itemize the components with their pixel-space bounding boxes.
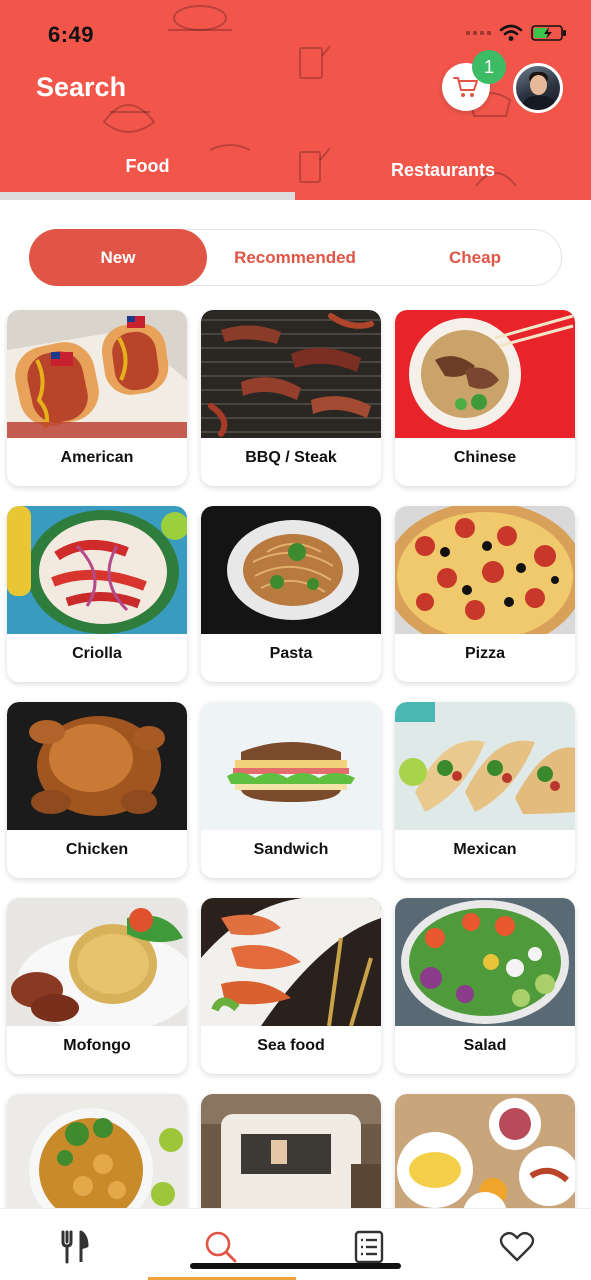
category-label: American: [60, 449, 134, 466]
tab-restaurants[interactable]: Restaurants: [295, 160, 591, 181]
category-card-american[interactable]: American: [7, 310, 187, 486]
category-label: Chinese: [453, 449, 517, 466]
curry-image: [7, 1094, 187, 1222]
category-card-chinese[interactable]: Chinese: [395, 310, 575, 486]
list-icon: [354, 1230, 384, 1264]
category-card-chicken[interactable]: Chicken: [7, 702, 187, 878]
wifi-icon: [499, 24, 523, 41]
category-label: Pasta: [269, 645, 313, 662]
signal-icon: [466, 31, 491, 35]
filter-recommended-button[interactable]: Recommended: [210, 229, 380, 286]
home-indicator: [190, 1263, 401, 1269]
search-icon: [205, 1231, 237, 1263]
heart-icon: [499, 1231, 535, 1262]
nav-favorites[interactable]: [497, 1227, 537, 1267]
pizza-image: [395, 506, 575, 634]
sandwich-image: [201, 702, 381, 830]
tab-food[interactable]: Food: [0, 156, 295, 177]
nav-orders[interactable]: [349, 1227, 389, 1267]
american-food-image: [7, 310, 187, 438]
filter-cheap-button[interactable]: Cheap: [390, 229, 560, 286]
category-label: Mofongo: [63, 1037, 131, 1054]
battery-icon: [531, 25, 566, 41]
tab-active-indicator: [0, 192, 295, 200]
category-card-sandwich[interactable]: Sandwich: [201, 702, 381, 878]
pasta-image: [201, 506, 381, 634]
category-label: Chicken: [65, 841, 129, 858]
breakfast-image: [395, 1094, 575, 1222]
category-label: Mexican: [453, 841, 517, 858]
status-bar: 6:49: [0, 0, 591, 64]
salad-image: [395, 898, 575, 1026]
chicken-image: [7, 702, 187, 830]
category-card-mofongo[interactable]: Mofongo: [7, 898, 187, 1074]
bbq-steak-image: [201, 310, 381, 438]
filter-new-button[interactable]: New: [29, 229, 207, 286]
category-label: Salad: [463, 1037, 507, 1054]
app-header: 6:49 Search 1 Food Restaurants: [0, 0, 591, 200]
category-label: Sandwich: [253, 841, 329, 858]
category-card-bbq-steak[interactable]: BBQ / Steak: [201, 310, 381, 486]
category-label: Criolla: [72, 645, 122, 662]
nav-restaurants[interactable]: [54, 1227, 94, 1267]
chinese-food-image: [395, 310, 575, 438]
category-card-salad[interactable]: Salad: [395, 898, 575, 1074]
user-avatar[interactable]: [513, 63, 563, 113]
category-label: Pizza: [464, 645, 505, 662]
status-icons: [466, 24, 567, 42]
nav-search[interactable]: [201, 1227, 241, 1267]
category-label: Sea food: [257, 1037, 325, 1054]
page-title: Search: [36, 72, 127, 102]
category-card-pizza[interactable]: Pizza: [395, 506, 575, 682]
sea-food-image: [201, 898, 381, 1026]
category-card-mexican[interactable]: Mexican: [395, 702, 575, 878]
category-label: BBQ / Steak: [245, 449, 337, 466]
category-card-sea-food[interactable]: Sea food: [201, 898, 381, 1074]
cart-count-badge: 1: [472, 50, 506, 84]
category-card-criolla[interactable]: Criolla: [7, 506, 187, 682]
mofongo-image: [7, 898, 187, 1026]
bottom-navigation: [0, 1208, 591, 1280]
food-truck-image: [201, 1094, 381, 1222]
category-card-pasta[interactable]: Pasta: [201, 506, 381, 682]
fork-knife-icon: [61, 1230, 89, 1264]
status-time: 6:49: [48, 22, 95, 47]
filter-segmented-control: New Recommended Cheap: [29, 229, 562, 286]
criolla-food-image: [7, 506, 187, 634]
mexican-food-image: [395, 702, 575, 830]
